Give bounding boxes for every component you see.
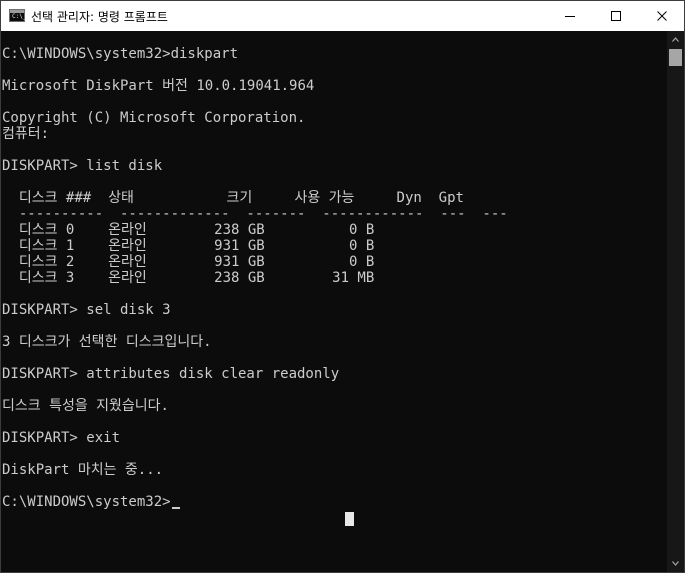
console-line: DISKPART> sel disk 3	[2, 302, 171, 318]
prompt-text: C:\WINDOWS\system32>	[2, 494, 171, 510]
console-line: 컴퓨터:	[2, 126, 50, 142]
scroll-up-button[interactable]	[667, 31, 684, 48]
minimize-icon	[565, 16, 575, 17]
cmd-icon[interactable]: C:\_	[9, 9, 26, 22]
scroll-down-button[interactable]	[667, 555, 684, 572]
console-line: 디스크 0 온라인 238 GB 0 B	[2, 222, 375, 238]
close-button[interactable]	[639, 1, 684, 31]
console-output[interactable]: C:\WINDOWS\system32>diskpart Microsoft D…	[1, 31, 667, 572]
command-prompt-line[interactable]: C:\WINDOWS\system32>	[2, 494, 180, 510]
console-line: 3 디스크가 선택한 디스크입니다.	[2, 334, 212, 350]
chevron-up-icon	[672, 37, 679, 42]
maximize-icon	[611, 11, 621, 21]
console-line: C:\WINDOWS\system32>diskpart	[2, 46, 239, 62]
maximize-button[interactable]	[593, 1, 639, 31]
console-line: Copyright (C) Microsoft Corporation.	[2, 110, 306, 126]
title-bar[interactable]: C:\_ 선택 관리자: 명령 프롬프트	[1, 1, 684, 31]
console-line: DISKPART> exit	[2, 430, 121, 446]
window-title: 선택 관리자: 명령 프롬프트	[31, 10, 168, 24]
console-line: DISKPART> list disk	[2, 158, 163, 174]
mouse-text-cursor	[345, 512, 354, 526]
console-line: Microsoft DiskPart 버전 10.0.19041.964	[2, 78, 315, 94]
console-window: C:\_ 선택 관리자: 명령 프롬프트 C:\WINDOWS\system32…	[0, 0, 685, 573]
console-line: 디스크 특성을 지웠습니다.	[2, 398, 169, 414]
console-line: 디스크 3 온라인 238 GB 31 MB	[2, 270, 375, 286]
console-line: DiskPart 마치는 중...	[2, 462, 164, 478]
close-icon	[657, 11, 667, 21]
chevron-down-icon	[672, 561, 679, 566]
minimize-button[interactable]	[547, 1, 593, 31]
console-line: 디스크 2 온라인 931 GB 0 B	[2, 254, 375, 270]
scrollbar-thumb[interactable]	[669, 49, 682, 66]
console-line: 디스크 1 온라인 931 GB 0 B	[2, 238, 375, 254]
console-line: DISKPART> attributes disk clear readonly	[2, 366, 340, 382]
console-line: 디스크 ### 상태 크기 사용 가능 Dyn Gpt	[2, 190, 464, 206]
text-caret	[171, 507, 180, 509]
vertical-scrollbar[interactable]	[667, 31, 684, 572]
console-line: ---------- ------------- ------- -------…	[2, 206, 508, 222]
